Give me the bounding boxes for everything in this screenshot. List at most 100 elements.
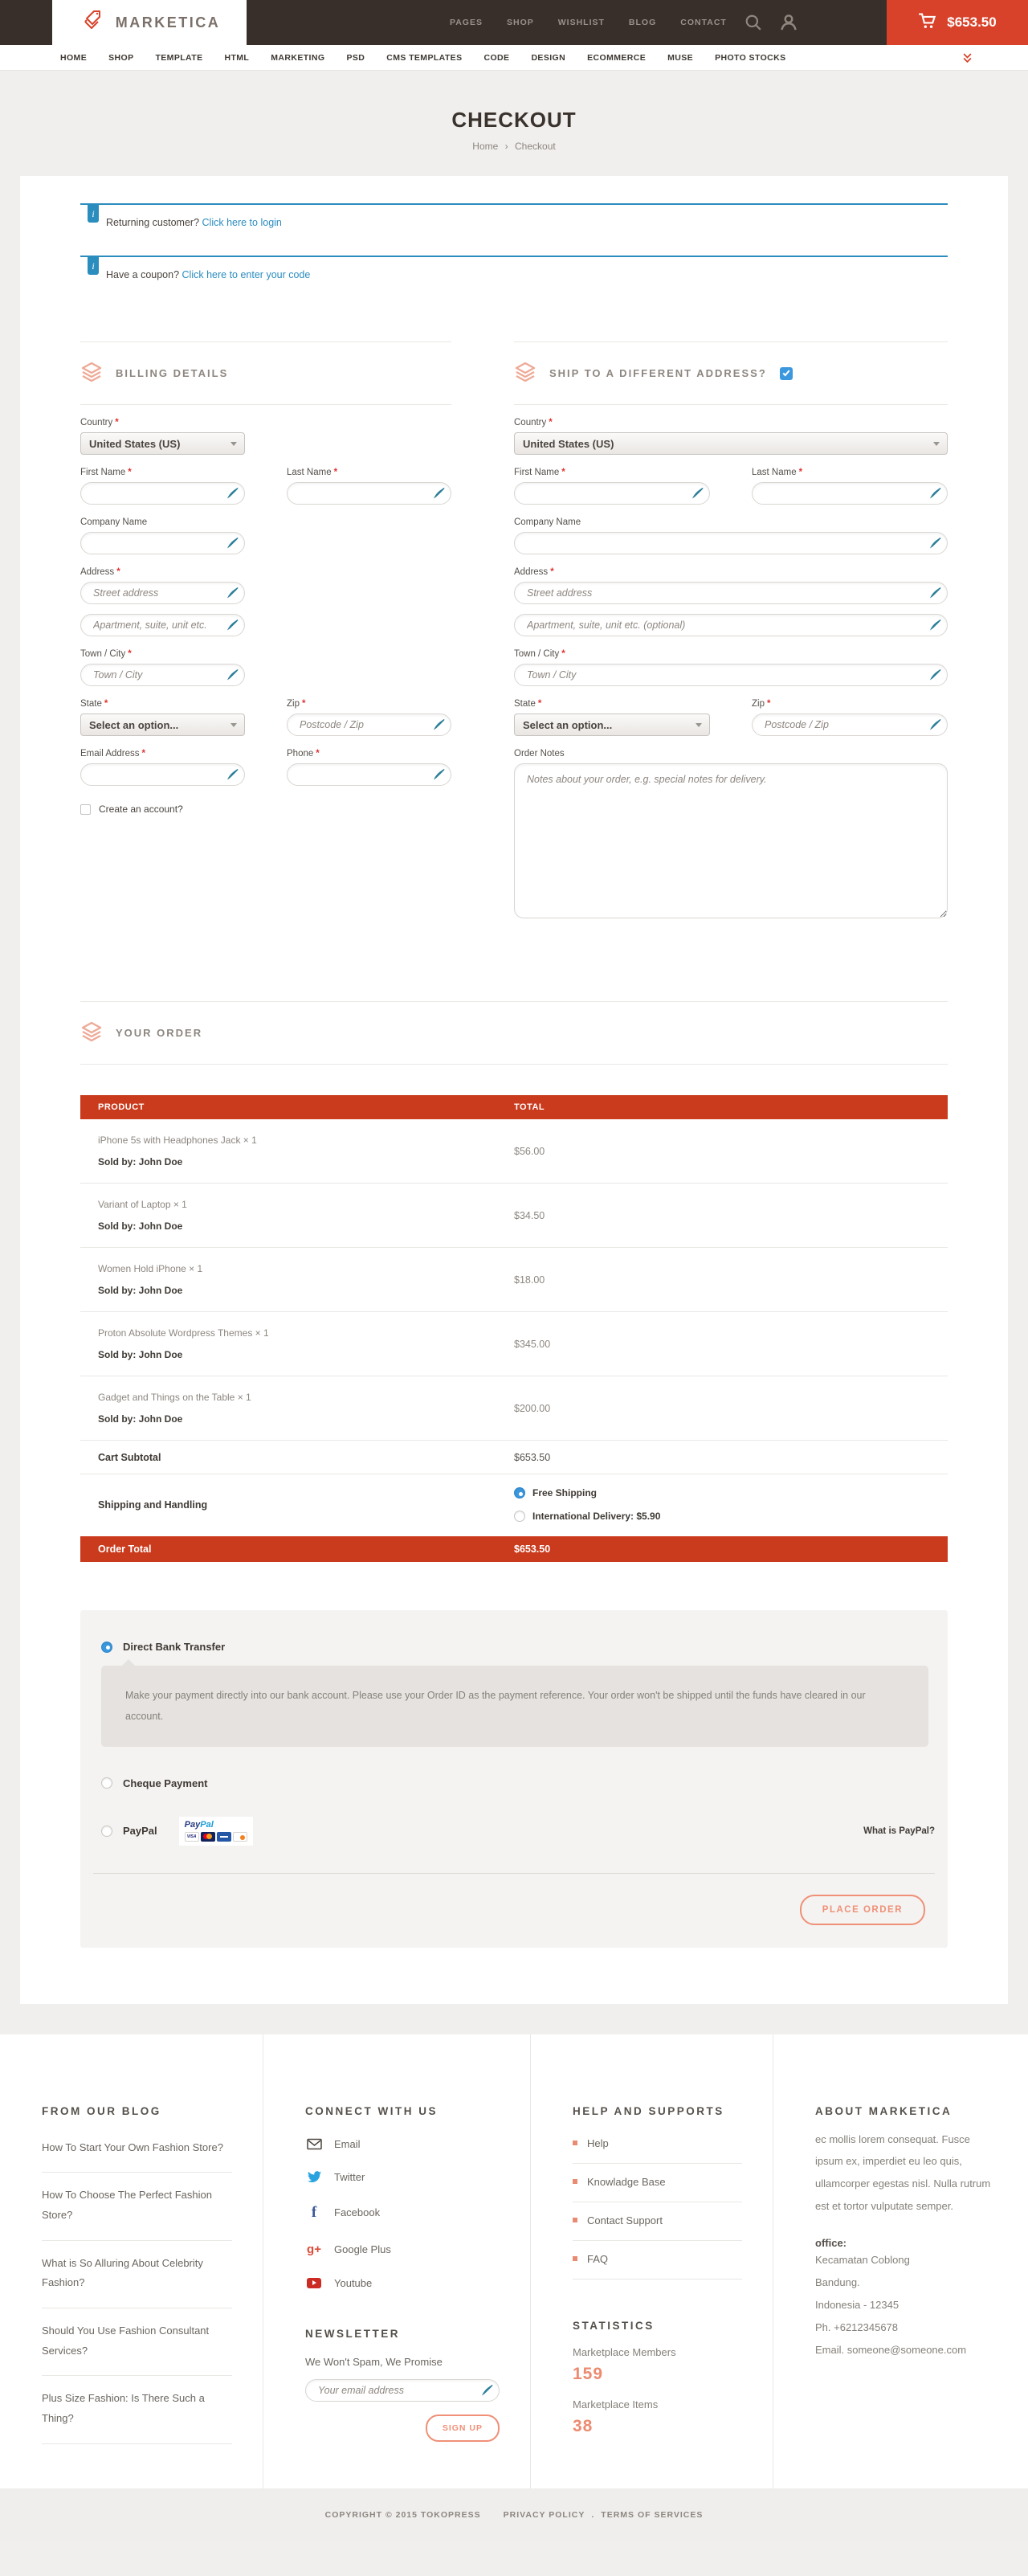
logo-tag-icon: [79, 8, 106, 38]
terms-link[interactable]: TERMS OF SERVICES: [601, 2510, 703, 2520]
bullet-icon: [573, 2141, 577, 2145]
shipping-first-name-input[interactable]: [514, 482, 710, 505]
pen-icon: [481, 2384, 493, 2396]
product-seller: Sold by: John Doe: [98, 1156, 514, 1167]
payment-panel: Direct Bank Transfer Make your payment d…: [80, 1610, 948, 1948]
pen-icon: [433, 768, 445, 780]
info-icon: i: [88, 257, 99, 275]
menu-marketing[interactable]: MARKETING: [271, 53, 324, 63]
pen-icon: [929, 718, 941, 730]
newsletter-signup-button[interactable]: SIGN UP: [426, 2414, 500, 2442]
top-nav-shop[interactable]: SHOP: [507, 18, 534, 27]
top-nav-pages[interactable]: PAGES: [450, 18, 483, 27]
cart-button[interactable]: $653.50: [887, 0, 1028, 45]
expand-menu-chevron-icon[interactable]: [963, 53, 972, 63]
place-order-row: PLACE ORDER: [93, 1873, 935, 1925]
top-nav-contact[interactable]: CONTACT: [680, 18, 727, 27]
coupon-link[interactable]: Click here to enter your code: [182, 269, 311, 280]
footer-blog-column: FROM OUR BLOG How To Start Your Own Fash…: [0, 2034, 263, 2488]
free-shipping-radio[interactable]: [514, 1487, 525, 1499]
product-name: Variant of Laptop × 1: [98, 1199, 514, 1210]
login-notice: i Returning customer? Click here to logi…: [80, 203, 948, 244]
shipping-state-select[interactable]: Select an option...: [514, 714, 710, 736]
blog-post-link[interactable]: What is So Alluring About Celebrity Fash…: [42, 2241, 232, 2308]
menu-cms-templates[interactable]: CMS TEMPLATES: [386, 53, 462, 63]
product-seller: Sold by: John Doe: [98, 1285, 514, 1296]
billing-town-input[interactable]: [80, 664, 245, 686]
menu-muse[interactable]: MUSE: [667, 53, 693, 63]
billing-zip-input[interactable]: [287, 714, 451, 736]
menu-photo-stocks[interactable]: PHOTO STOCKS: [715, 53, 785, 63]
menu-ecommerce[interactable]: ECOMMERCE: [587, 53, 646, 63]
blog-post-link[interactable]: Should You Use Fashion Consultant Servic…: [42, 2308, 232, 2376]
cheque-payment-radio[interactable]: [101, 1777, 112, 1789]
pen-icon: [226, 487, 239, 499]
blog-post-link[interactable]: How To Choose The Perfect Fashion Store?: [42, 2173, 232, 2240]
blog-post-link[interactable]: Plus Size Fashion: Is There Such a Thing…: [42, 2376, 232, 2443]
contact-support-link[interactable]: Contact Support: [573, 2202, 742, 2241]
newsletter-heading: NEWSLETTER: [305, 2328, 500, 2340]
billing-address2-input[interactable]: [80, 614, 245, 636]
top-nav-blog[interactable]: BLOG: [629, 18, 656, 27]
shipping-country-select[interactable]: United States (US): [514, 432, 948, 455]
shipping-address-label: Address*: [514, 567, 948, 577]
shipping-zip-label: Zip*: [752, 699, 948, 709]
menu-template[interactable]: TEMPLATE: [155, 53, 202, 63]
breadcrumb-separator: ›: [505, 141, 508, 152]
search-icon[interactable]: [744, 14, 762, 31]
your-order-section: YOUR ORDER PRODUCT TOTAL iPhone 5s with …: [80, 1001, 948, 1948]
youtube-link[interactable]: Youtube: [305, 2277, 500, 2289]
login-link[interactable]: Click here to login: [202, 217, 282, 228]
shipping-zip-input[interactable]: [752, 714, 948, 736]
shipping-address2-input[interactable]: [514, 614, 948, 636]
top-nav-wishlist[interactable]: WISHLIST: [558, 18, 605, 27]
order-notes-textarea[interactable]: [514, 763, 948, 918]
billing-phone-input[interactable]: [287, 763, 451, 786]
menu-html[interactable]: HTML: [224, 53, 249, 63]
bullet-icon: [573, 2256, 577, 2261]
billing-state-select[interactable]: Select an option...: [80, 714, 245, 736]
bullet-icon: [573, 2218, 577, 2222]
facebook-link[interactable]: f Facebook: [305, 2204, 500, 2222]
shipping-address1-input[interactable]: [514, 582, 948, 604]
international-delivery-radio[interactable]: [514, 1511, 525, 1522]
knowledge-base-link[interactable]: Knowladge Base: [573, 2164, 742, 2202]
blog-post-link[interactable]: How To Start Your Own Fashion Store?: [42, 2125, 232, 2173]
help-link[interactable]: Help: [573, 2125, 742, 2164]
newsletter-email-input[interactable]: [305, 2379, 500, 2402]
order-total-row: Order Total $653.50: [80, 1536, 948, 1562]
bank-transfer-radio[interactable]: [101, 1642, 112, 1653]
create-account-checkbox[interactable]: [80, 804, 91, 815]
paypal-radio[interactable]: [101, 1826, 112, 1837]
billing-last-name-input[interactable]: [287, 482, 451, 505]
product-total: $345.00: [514, 1312, 948, 1376]
shipping-town-input[interactable]: [514, 664, 948, 686]
billing-first-name-input[interactable]: [80, 482, 245, 505]
place-order-button[interactable]: PLACE ORDER: [800, 1895, 925, 1925]
user-icon[interactable]: [780, 14, 798, 31]
ship-different-checkbox[interactable]: [780, 367, 793, 380]
about-text: ec mollis lorem consequat. Fusce ipsum e…: [815, 2128, 997, 2218]
what-is-paypal-link[interactable]: What is PayPal?: [863, 1826, 935, 1836]
menu-shop[interactable]: SHOP: [108, 53, 133, 63]
menu-code[interactable]: CODE: [484, 53, 510, 63]
faq-link[interactable]: FAQ: [573, 2241, 742, 2280]
twitter-link[interactable]: Twitter: [305, 2171, 500, 2183]
billing-company-input[interactable]: [80, 532, 245, 554]
billing-email-input[interactable]: [80, 763, 245, 786]
menu-design[interactable]: DESIGN: [531, 53, 565, 63]
amex-card-icon: [217, 1832, 231, 1842]
privacy-policy-link[interactable]: PRIVACY POLICY: [504, 2510, 585, 2520]
breadcrumb-home-link[interactable]: Home: [472, 141, 498, 152]
shipping-company-input[interactable]: [514, 532, 948, 554]
billing-address1-input[interactable]: [80, 582, 245, 604]
facebook-icon: f: [305, 2204, 323, 2222]
email-link[interactable]: Email: [305, 2138, 500, 2150]
google-plus-link[interactable]: g+ Google Plus: [305, 2243, 500, 2256]
billing-country-select[interactable]: United States (US): [80, 432, 245, 455]
shipping-last-name-input[interactable]: [752, 482, 948, 505]
logo[interactable]: MARKETICA: [52, 0, 247, 46]
menu-psd[interactable]: PSD: [346, 53, 365, 63]
menu-home[interactable]: HOME: [60, 53, 87, 63]
visa-card-icon: VISA: [185, 1832, 199, 1842]
